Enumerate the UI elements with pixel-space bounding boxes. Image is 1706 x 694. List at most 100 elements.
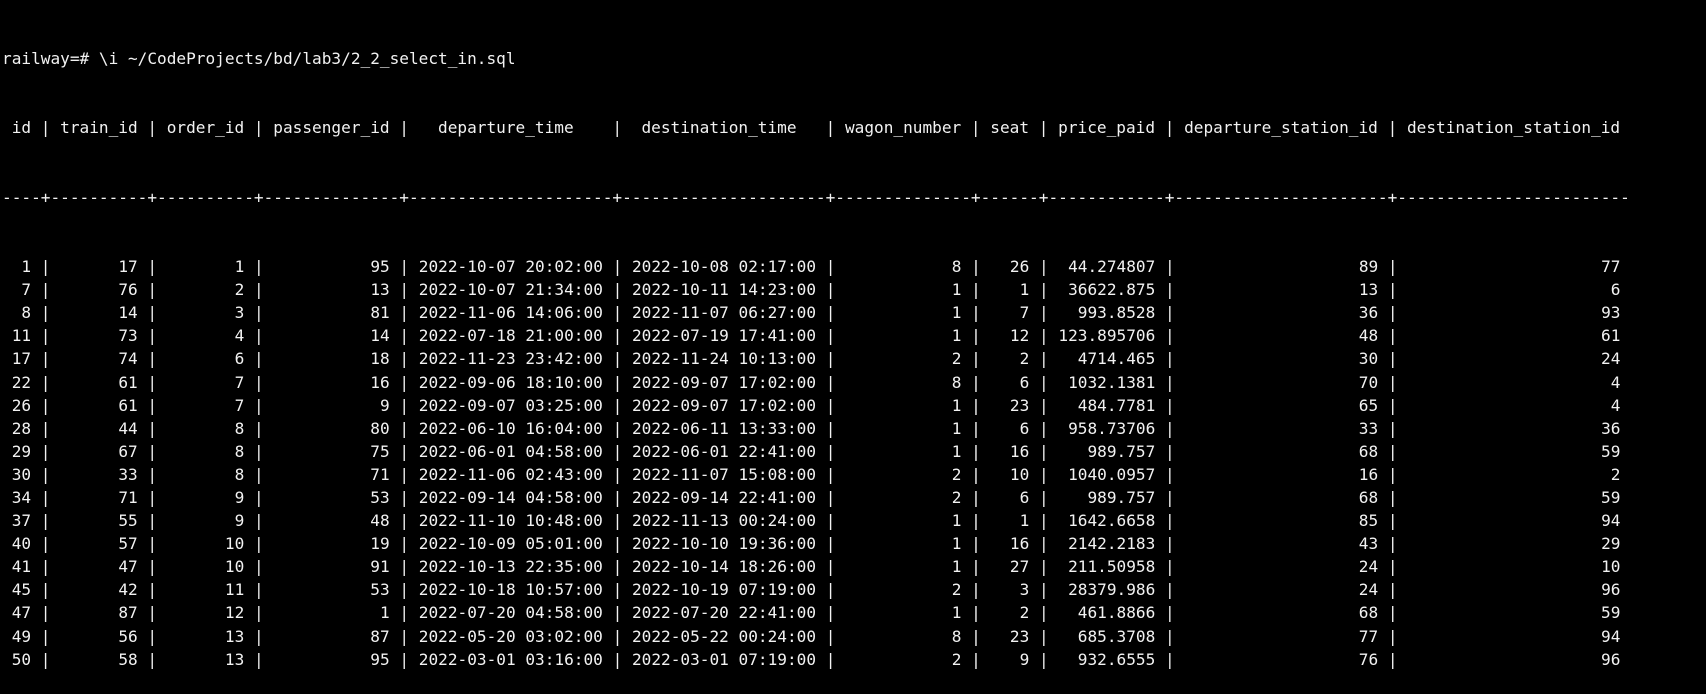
cell-departure-station-id: 16 [1358, 464, 1379, 484]
cell-departure-time: 2022-06-10 16:04:00 [418, 418, 603, 438]
cell-order-id: 12 [224, 603, 245, 623]
cell-seat: 16 [1009, 534, 1030, 554]
table-row: 8 | 14 | 3 | 81 | 2022-11-06 14:06:00 | … [21, 303, 1621, 323]
cell-wagon-number: 1 [951, 557, 962, 577]
cell-train-id: 71 [118, 487, 138, 507]
cell-order-id: 8 [234, 441, 245, 461]
cell-seat: 16 [1009, 441, 1030, 461]
cell-wagon-number: 1 [951, 418, 962, 438]
cell-price-paid: 44.274807 [1068, 257, 1156, 277]
cell-destination-station-id: 24 [1601, 349, 1621, 369]
cell-departure-time: 2022-10-18 10:57:00 [418, 580, 603, 600]
cell-order-id: 8 [234, 464, 245, 484]
cell-departure-station-id: 68 [1358, 487, 1379, 507]
cell-departure-station-id: 48 [1358, 326, 1379, 346]
cell-train-id: 67 [118, 441, 138, 461]
cell-departure-station-id: 30 [1358, 349, 1379, 369]
cell-passenger-id: 53 [370, 580, 390, 600]
cell-wagon-number: 2 [951, 349, 962, 369]
table-row: 22 | 61 | 7 | 16 | 2022-09-06 18:10:00 |… [11, 372, 1621, 392]
cell-destination-time: 2022-09-07 17:02:00 [631, 372, 817, 392]
cell-seat: 3 [1019, 580, 1030, 600]
cell-price-paid: 1032.1381 [1068, 372, 1156, 392]
cell-departure-time: 2022-10-09 05:01:00 [418, 534, 603, 554]
cell-destination-time: 2022-10-08 02:17:00 [631, 257, 817, 277]
cell-departure-time: 2022-09-14 04:58:00 [418, 487, 603, 507]
cell-destination-time: 2022-11-24 10:13:00 [631, 349, 817, 369]
cell-departure-station-id: 68 [1358, 603, 1379, 623]
cell-id: 17 [11, 349, 32, 369]
cell-destination-time: 2022-03-01 07:19:00 [631, 649, 817, 669]
cell-departure-time: 2022-10-13 22:35:00 [418, 557, 603, 577]
cell-destination-time: 2022-07-20 22:41:00 [631, 603, 817, 623]
cell-wagon-number: 1 [951, 303, 962, 323]
cell-order-id: 6 [234, 349, 245, 369]
cell-train-id: 33 [118, 464, 138, 484]
cell-destination-time: 2022-10-14 18:26:00 [631, 557, 817, 577]
cell-wagon-number: 1 [951, 395, 962, 415]
cell-seat: 1 [1019, 511, 1030, 531]
cell-destination-time: 2022-10-10 19:36:00 [631, 534, 817, 554]
table-row: 30 | 33 | 8 | 71 | 2022-11-06 02:43:00 |… [11, 464, 1621, 484]
cell-departure-time: 2022-03-01 03:16:00 [418, 649, 603, 669]
cell-price-paid: 28379.986 [1068, 580, 1156, 600]
cell-passenger-id: 14 [370, 326, 390, 346]
cell-id: 1 [21, 257, 32, 277]
cell-departure-time: 2022-11-10 10:48:00 [418, 511, 603, 531]
cell-seat: 26 [1009, 257, 1030, 277]
cell-passenger-id: 95 [370, 257, 390, 277]
cell-order-id: 9 [234, 511, 245, 531]
cell-id: 7 [21, 280, 32, 300]
cell-price-paid: 484.7781 [1077, 395, 1156, 415]
cell-passenger-id: 95 [370, 649, 390, 669]
cell-wagon-number: 1 [951, 603, 962, 623]
cell-departure-time: 2022-07-20 04:58:00 [418, 603, 603, 623]
cell-departure-station-id: 85 [1358, 511, 1379, 531]
cell-destination-time: 2022-09-07 17:02:00 [631, 395, 817, 415]
table-body: 1 | 17 | 1 | 95 | 2022-10-07 20:02:00 | … [2, 255, 1630, 671]
cell-seat: 7 [1019, 303, 1030, 323]
cell-order-id: 11 [224, 580, 245, 600]
cell-id: 49 [11, 626, 32, 646]
cell-passenger-id: 75 [370, 441, 390, 461]
cell-departure-station-id: 36 [1358, 303, 1379, 323]
cell-order-id: 13 [224, 649, 245, 669]
cell-train-id: 44 [118, 418, 138, 438]
cell-seat: 9 [1019, 649, 1030, 669]
cell-order-id: 10 [224, 534, 245, 554]
table-row: 45 | 42 | 11 | 53 | 2022-10-18 10:57:00 … [11, 580, 1621, 600]
cell-order-id: 3 [234, 303, 245, 323]
cell-destination-station-id: 93 [1601, 303, 1621, 323]
cell-price-paid: 989.757 [1087, 487, 1156, 507]
cell-departure-station-id: 70 [1358, 372, 1379, 392]
cell-destination-station-id: 29 [1601, 534, 1621, 554]
cell-destination-time: 2022-11-07 06:27:00 [631, 303, 817, 323]
cell-train-id: 87 [118, 603, 138, 623]
cell-destination-time: 2022-10-19 07:19:00 [631, 580, 817, 600]
cell-wagon-number: 1 [951, 534, 962, 554]
terminal-output: railway=# \i ~/CodeProjects/bd/lab3/2_2_… [2, 1, 1630, 694]
cell-wagon-number: 2 [951, 580, 962, 600]
cell-departure-time: 2022-11-06 02:43:00 [418, 464, 603, 484]
cell-order-id: 2 [234, 280, 245, 300]
cell-seat: 6 [1019, 372, 1030, 392]
cell-wagon-number: 2 [951, 464, 962, 484]
table-header: id | train_id | order_id | passenger_id … [2, 118, 1630, 138]
cell-destination-station-id: 59 [1601, 603, 1621, 623]
cell-price-paid: 993.8528 [1077, 303, 1156, 323]
cell-departure-station-id: 77 [1358, 626, 1379, 646]
cell-order-id: 10 [224, 557, 245, 577]
cell-destination-station-id: 36 [1601, 418, 1621, 438]
cell-destination-station-id: 59 [1601, 487, 1621, 507]
cell-order-id: 4 [234, 326, 245, 346]
cell-id: 50 [11, 649, 32, 669]
cell-departure-time: 2022-05-20 03:02:00 [418, 626, 603, 646]
cell-id: 11 [11, 326, 32, 346]
cell-departure-time: 2022-11-23 23:42:00 [418, 349, 603, 369]
cell-seat: 27 [1009, 557, 1030, 577]
cell-id: 26 [11, 395, 32, 415]
cell-passenger-id: 19 [370, 534, 390, 554]
cell-price-paid: 36622.875 [1068, 280, 1156, 300]
cell-price-paid: 685.3708 [1077, 626, 1156, 646]
cell-departure-station-id: 65 [1358, 395, 1379, 415]
